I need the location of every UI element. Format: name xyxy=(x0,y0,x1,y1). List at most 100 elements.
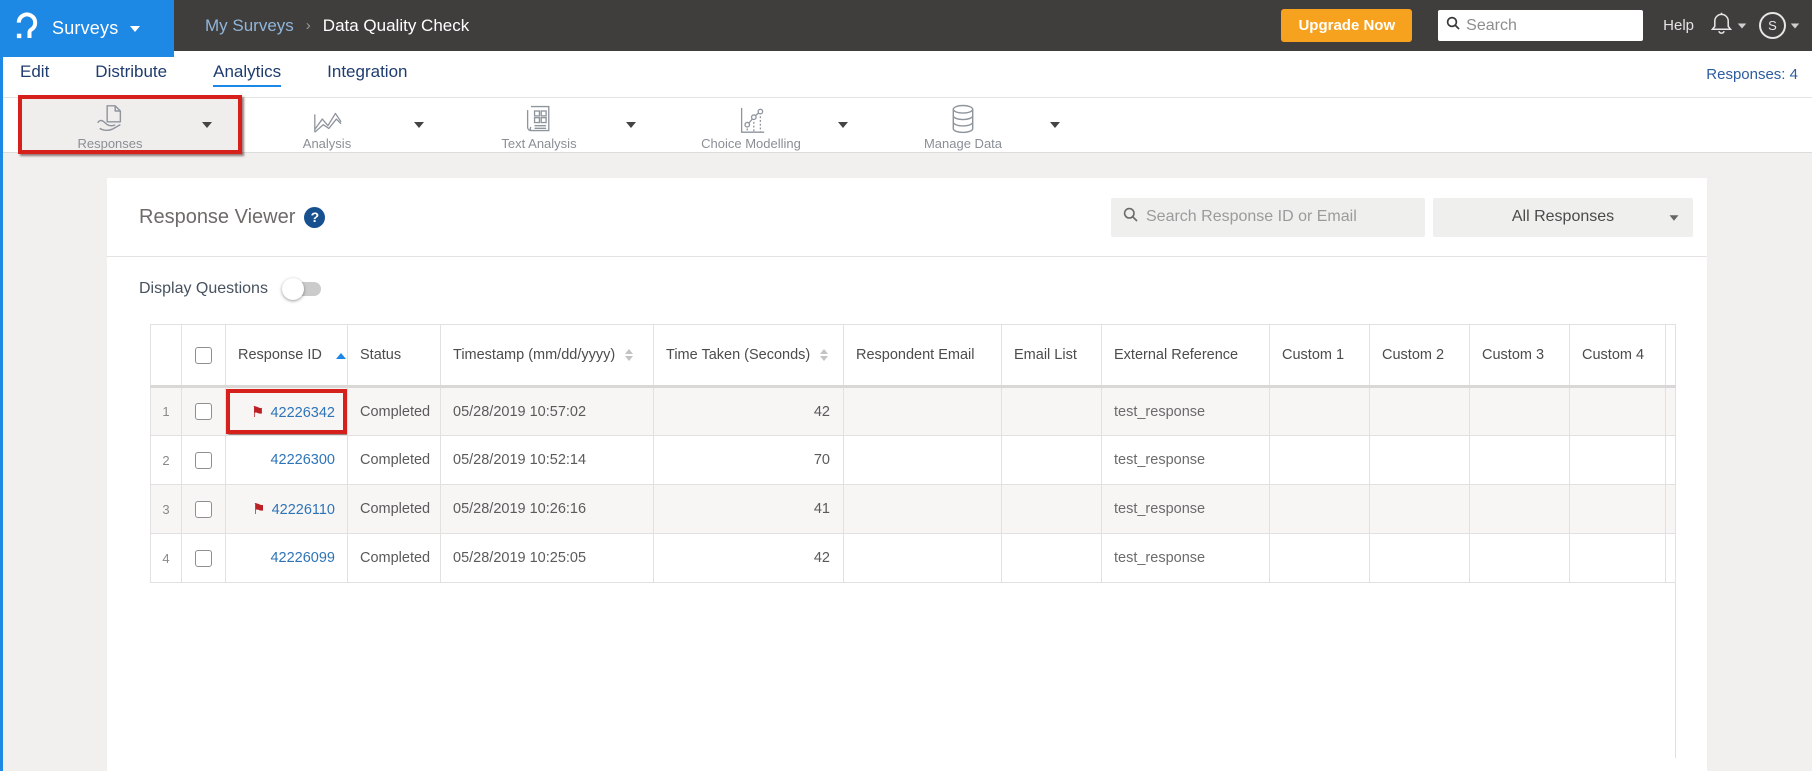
chevron-down-icon[interactable] xyxy=(838,122,848,128)
analytics-toolbar: Responses Analysis Text Analysis Choice Mod… xyxy=(0,95,1812,154)
breadcrumb-my-surveys[interactable]: My Surveys xyxy=(205,16,294,36)
row-checkbox[interactable] xyxy=(195,500,212,518)
response-id-link[interactable]: 42226342 xyxy=(270,405,335,421)
display-questions-label: Display Questions xyxy=(139,280,268,297)
cell-custom_1 xyxy=(1269,386,1370,436)
response-id-link[interactable]: 42226110 xyxy=(272,502,335,518)
toolbar-item-analysis[interactable]: Analysis xyxy=(240,98,452,152)
col-header-label: Email List xyxy=(1014,347,1077,363)
card-header-controls: All Responses xyxy=(1111,197,1693,237)
cell-custom_1 xyxy=(1269,484,1370,534)
global-search-input[interactable] xyxy=(1466,16,1636,35)
toolbar-item-text-analysis[interactable]: Text Analysis xyxy=(452,98,664,152)
responses-count: Responses: 4 xyxy=(1706,65,1798,83)
cell-spacer xyxy=(1665,386,1676,436)
toolbar-item-label: Responses xyxy=(77,135,143,151)
cell-checkbox xyxy=(181,484,226,534)
cell-status: Completed xyxy=(347,435,441,485)
toolbar-item-label: Text Analysis xyxy=(501,135,577,151)
col-header-checkbox[interactable] xyxy=(181,324,226,388)
tab-distribute[interactable]: Distribute xyxy=(95,62,167,87)
chevron-down-icon xyxy=(1790,22,1800,29)
toolbar-item-label: Choice Modelling xyxy=(701,135,801,151)
global-search-box[interactable] xyxy=(1438,10,1644,41)
notifications-menu[interactable] xyxy=(1710,11,1747,41)
bell-icon xyxy=(1710,11,1733,41)
col-header-timestamp[interactable]: Timestamp (mm/dd/yyyy) xyxy=(440,324,654,388)
cell-checkbox xyxy=(181,386,226,436)
responses-icon xyxy=(91,103,129,135)
account-menu[interactable]: S xyxy=(1759,12,1800,39)
display-questions-toggle[interactable] xyxy=(281,278,321,300)
response-search-box[interactable] xyxy=(1111,197,1425,237)
cell-row_number: 2 xyxy=(150,435,182,485)
col-header-status: Status xyxy=(347,324,441,388)
cell-status: Completed xyxy=(347,386,441,436)
cell-respondent_email xyxy=(843,386,1002,436)
page-title: Response Viewer xyxy=(139,205,296,228)
toolbar-item-main: Manage Data xyxy=(876,100,1050,151)
chevron-down-icon xyxy=(1669,214,1679,221)
toolbar-item-choice-modelling[interactable]: Choice Modelling xyxy=(664,98,876,152)
card-header: Response Viewer ? All Responses xyxy=(107,178,1707,257)
cell-status: Completed xyxy=(347,484,441,534)
product-logo-block[interactable]: Surveys xyxy=(0,0,174,57)
cell-time_taken: 42 xyxy=(653,386,844,436)
chevron-down-icon[interactable] xyxy=(414,122,424,128)
tab-analytics[interactable]: Analytics xyxy=(213,62,282,87)
chevron-down-icon[interactable] xyxy=(626,122,636,128)
toolbar-item-responses[interactable]: Responses xyxy=(18,95,242,154)
toolbar-item-main: Text Analysis xyxy=(452,100,626,151)
chevron-down-icon[interactable] xyxy=(1050,122,1060,128)
toggle-knob xyxy=(281,278,304,300)
upgrade-now-button[interactable]: Upgrade Now xyxy=(1281,9,1413,42)
col-header-time_taken[interactable]: Time Taken (Seconds) xyxy=(653,324,844,388)
cell-external_reference: test_response xyxy=(1101,386,1270,436)
cell-respondent_email xyxy=(843,435,1002,485)
col-header-respondent_email: Respondent Email xyxy=(843,324,1002,388)
cell-custom_3 xyxy=(1469,484,1570,534)
select-all-checkbox[interactable] xyxy=(195,346,212,364)
toolbar-item-label: Analysis xyxy=(302,135,352,151)
tab-edit[interactable]: Edit xyxy=(20,62,49,87)
cell-timestamp: 05/28/2019 10:52:14 xyxy=(440,435,654,485)
cell-external_reference: test_response xyxy=(1101,533,1270,583)
survey-nav: Edit Distribute Analytics Integration Respo… xyxy=(0,51,1812,97)
col-header-label: Custom 1 xyxy=(1282,347,1345,363)
cell-response_id: ⚑ 42226110 xyxy=(225,484,348,534)
cell-row_number: 3 xyxy=(150,484,182,534)
cell-custom_4 xyxy=(1569,386,1666,436)
response-filter-dropdown[interactable]: All Responses xyxy=(1433,197,1693,237)
cell-custom_3 xyxy=(1469,435,1570,485)
left-accent-stripe xyxy=(0,57,3,771)
response-filter-value: All Responses xyxy=(1511,208,1615,225)
col-header-email_list: Email List xyxy=(1001,324,1102,388)
tab-integration[interactable]: Integration xyxy=(327,62,407,87)
row-checkbox[interactable] xyxy=(195,403,212,420)
row-checkbox[interactable] xyxy=(195,549,212,567)
search-icon xyxy=(1123,207,1138,227)
chevron-down-icon[interactable] xyxy=(202,122,212,128)
response-viewer-card: Response Viewer ? All Responses Display … xyxy=(107,178,1707,771)
top-header: My Surveys › Data Quality Check Upgrade … xyxy=(0,0,1812,51)
cell-respondent_email xyxy=(843,484,1002,534)
response-id-link[interactable]: 42226300 xyxy=(270,452,335,468)
cell-external_reference: test_response xyxy=(1101,484,1270,534)
sort-icon xyxy=(820,349,829,362)
cell-time_taken: 70 xyxy=(653,435,844,485)
col-header-response_id[interactable]: Response ID xyxy=(225,324,348,388)
row-checkbox[interactable] xyxy=(195,451,212,469)
response-id-link[interactable]: 42226099 xyxy=(270,550,335,566)
cell-email_list xyxy=(1001,386,1102,436)
col-header-label: Respondent Email xyxy=(856,347,975,363)
response-search-input[interactable] xyxy=(1146,208,1413,226)
toolbar-item-manage-data[interactable]: Manage Data xyxy=(876,98,1088,152)
help-icon[interactable]: ? xyxy=(304,206,326,228)
col-header-custom_2: Custom 2 xyxy=(1369,324,1470,388)
col-header-label: Status xyxy=(360,347,402,363)
cell-spacer xyxy=(1665,484,1676,534)
analysis-icon xyxy=(309,103,345,135)
sort-ascending-icon xyxy=(335,353,346,359)
cell-custom_2 xyxy=(1369,533,1470,583)
help-link[interactable]: Help xyxy=(1663,17,1694,34)
